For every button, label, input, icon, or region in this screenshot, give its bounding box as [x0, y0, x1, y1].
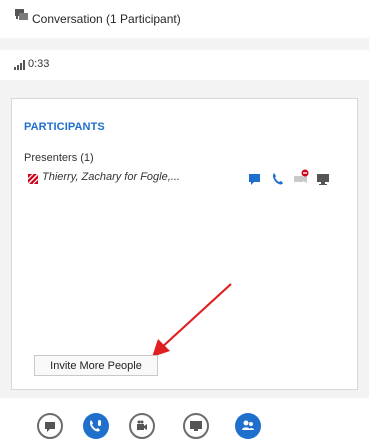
people-icon — [242, 420, 254, 430]
window-title: Conversation (1 Participant) — [32, 12, 181, 26]
presence-busy-icon — [28, 174, 38, 184]
signal-strength-icon — [14, 60, 25, 70]
participants-button[interactable] — [235, 413, 261, 439]
video-blocked-icon[interactable] — [292, 168, 310, 186]
audio-button[interactable] — [83, 413, 109, 439]
phone-mic-icon — [90, 420, 101, 432]
call-duration: 0:33 — [28, 58, 50, 70]
video-icon — [137, 420, 147, 430]
participant-name: Thierry, Zachary for Fogle,... — [42, 171, 180, 183]
presenters-group-label[interactable]: Presenters (1) — [24, 152, 94, 164]
video-button[interactable] — [129, 413, 155, 439]
present-icon — [190, 421, 202, 431]
phone-icon[interactable] — [271, 172, 285, 186]
im-icon — [45, 422, 55, 432]
im-button[interactable] — [37, 413, 63, 439]
desktop-sharing-icon[interactable] — [316, 172, 330, 186]
participants-panel — [11, 98, 358, 390]
invite-more-people-button[interactable]: Invite More People — [34, 355, 158, 376]
conversation-icon — [15, 9, 28, 20]
present-button[interactable] — [183, 413, 209, 439]
call-status-bar — [0, 50, 369, 80]
im-icon[interactable] — [248, 172, 262, 186]
participants-heading: PARTICIPANTS — [24, 121, 105, 133]
